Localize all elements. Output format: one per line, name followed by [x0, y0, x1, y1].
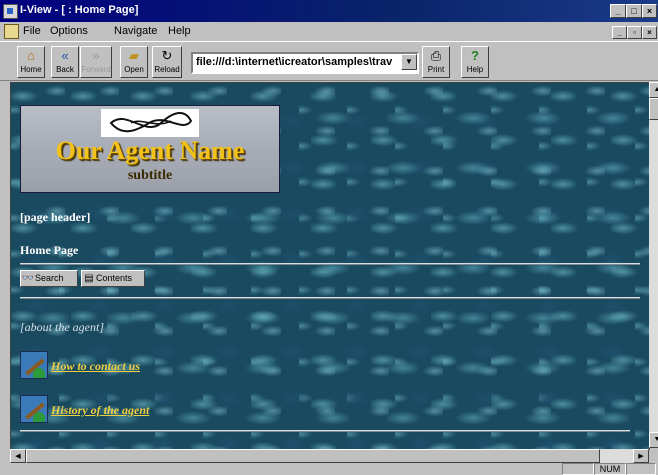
binoculars-icon: 👓	[21, 273, 35, 284]
num-lock-indicator: NUM	[594, 463, 626, 475]
contents-icon: ▤	[84, 273, 94, 284]
app-icon[interactable]	[3, 4, 18, 19]
home-icon: ⌂	[27, 48, 35, 63]
history-link[interactable]: History of the agent	[51, 403, 149, 418]
back-button[interactable]: « Back	[51, 46, 79, 78]
horizontal-scroll-thumb[interactable]	[26, 449, 600, 463]
contact-link[interactable]: How to contact us	[51, 359, 140, 374]
browser-window: I-View - [ : Home Page] _ □ × File Optio…	[0, 0, 658, 475]
window-title: I-View - [ : Home Page]	[20, 4, 139, 16]
vertical-scrollbar[interactable]: ▲ ▼	[649, 82, 658, 448]
question-icon: ?	[471, 48, 479, 63]
about-agent-text: [about the agent]	[20, 320, 104, 334]
page-header: [page header]	[20, 210, 91, 224]
mdi-restore-button[interactable]: ▫	[627, 26, 642, 39]
title-bar: I-View - [ : Home Page] _ □ ×	[0, 0, 658, 22]
status-bar: NUM	[0, 463, 658, 475]
horizontal-scrollbar[interactable]: ◀ ▶	[10, 449, 649, 463]
banner-title: Our Agent Name	[55, 136, 245, 165]
contents-button[interactable]: ▤ Contents	[81, 270, 145, 287]
mdi-close-button[interactable]: ×	[642, 26, 657, 39]
open-button[interactable]: ▰ Open	[120, 46, 148, 78]
divider	[20, 297, 640, 299]
menu-navigate[interactable]: Navigate	[114, 25, 157, 37]
back-arrow-icon: «	[61, 48, 69, 63]
divider	[20, 263, 640, 265]
reload-button[interactable]: ↻ Reload	[152, 46, 182, 78]
reload-icon: ↻	[161, 48, 173, 63]
link-bullet-icon	[20, 395, 48, 423]
url-dropdown-button[interactable]: ▼	[401, 54, 417, 70]
document-icon[interactable]	[4, 24, 19, 39]
url-field[interactable]: file:///d:\internet\icreator\samples\tra…	[191, 52, 419, 74]
banner-subtitle: subtitle	[127, 168, 173, 183]
page-heading: Home Page	[20, 243, 79, 257]
forward-arrow-icon: »	[92, 48, 100, 63]
status-cell	[626, 463, 656, 475]
logo	[101, 109, 199, 137]
print-button[interactable]: ⎙ Print	[422, 46, 450, 78]
vertical-scroll-thumb[interactable]	[649, 98, 658, 120]
search-button[interactable]: 👓Search	[20, 270, 78, 287]
menu-help[interactable]: Help	[168, 25, 191, 37]
scroll-left-button[interactable]: ◀	[10, 449, 26, 463]
url-text: file:///d:\internet\icreator\samples\tra…	[196, 56, 393, 68]
forward-button[interactable]: » Forward	[80, 46, 112, 78]
menu-options[interactable]: Options	[50, 25, 88, 37]
printer-icon: ⎙	[430, 48, 442, 63]
close-button[interactable]: ×	[642, 4, 657, 18]
scroll-down-button[interactable]: ▼	[649, 432, 658, 448]
minimize-button[interactable]: _	[610, 4, 626, 18]
scroll-up-button[interactable]: ▲	[649, 82, 658, 98]
help-button[interactable]: ? Help	[461, 46, 489, 78]
home-button[interactable]: ⌂ Home	[17, 46, 45, 78]
divider	[20, 430, 630, 432]
link-bullet-icon	[20, 351, 48, 379]
status-cell	[562, 463, 594, 475]
menu-file[interactable]: File	[23, 25, 41, 37]
folder-icon: ▰	[129, 48, 139, 63]
menu-bar: File Options Navigate Help _ ▫ ×	[0, 22, 658, 40]
toolbar: ⌂ Home « Back » Forward ▰ Open ↻ Reload …	[0, 41, 658, 81]
maximize-button[interactable]: □	[626, 4, 642, 18]
scroll-right-button[interactable]: ▶	[633, 449, 649, 463]
mdi-minimize-button[interactable]: _	[612, 26, 627, 39]
banner: Our Agent Name subtitle	[20, 105, 280, 193]
page-content[interactable]: Our Agent Name subtitle [page header] Ho…	[10, 82, 650, 450]
